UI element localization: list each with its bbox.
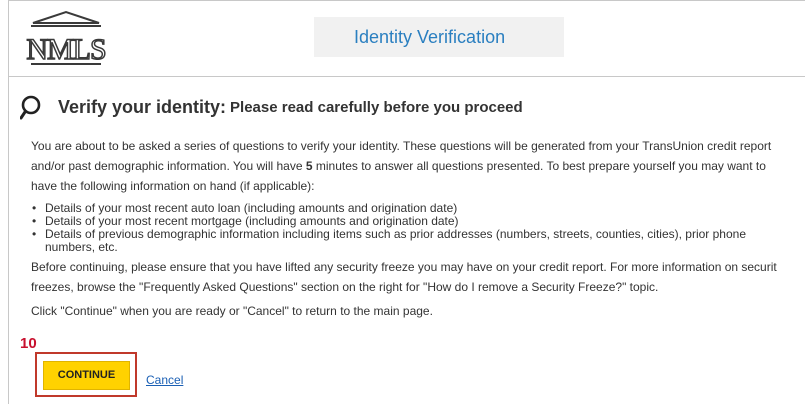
verify-heading: Verify your identity: Please read carefu… xyxy=(20,92,523,122)
intro-line-2: and/or past demographic information. You… xyxy=(31,156,805,176)
intro-paragraph: You are about to be asked a series of qu… xyxy=(31,136,805,196)
list-item-continuation: numbers, etc. xyxy=(45,240,118,254)
freeze-paragraph: Before continuing, please ensure that yo… xyxy=(31,257,805,297)
intro-line-3: have the following information on hand (… xyxy=(31,179,315,193)
instruction-text: Click "Continue" when you are ready or "… xyxy=(31,304,433,318)
intro-line-1: You are about to be asked a series of qu… xyxy=(31,139,772,153)
intro-line-2-a: and/or past demographic information. You… xyxy=(31,159,306,173)
freeze-line-2: freezes, browse the "Frequently Asked Qu… xyxy=(31,280,659,294)
minutes-count: 5 xyxy=(305,159,313,173)
step-number: 10 xyxy=(20,335,37,352)
freeze-line-1: Before continuing, please ensure that yo… xyxy=(31,260,777,274)
verify-subtitle: Please read carefully before you proceed xyxy=(230,98,523,116)
header: NMLS Identity Verification xyxy=(9,1,805,77)
nmls-logo: NMLS xyxy=(26,10,107,67)
magnifier-icon xyxy=(20,95,41,120)
cancel-link[interactable]: Cancel xyxy=(146,373,183,387)
continue-button[interactable]: CONTINUE xyxy=(43,361,130,390)
verify-title: Verify your identity: xyxy=(58,96,227,117)
info-list: Details of your most recent auto loan (i… xyxy=(31,202,805,254)
intro-line-2-c: minutes to answer all questions presente… xyxy=(312,159,766,173)
list-item: Details of previous demographic informat… xyxy=(31,228,805,242)
svg-text:NMLS: NMLS xyxy=(26,33,105,66)
page-title: Identity Verification xyxy=(314,17,564,57)
